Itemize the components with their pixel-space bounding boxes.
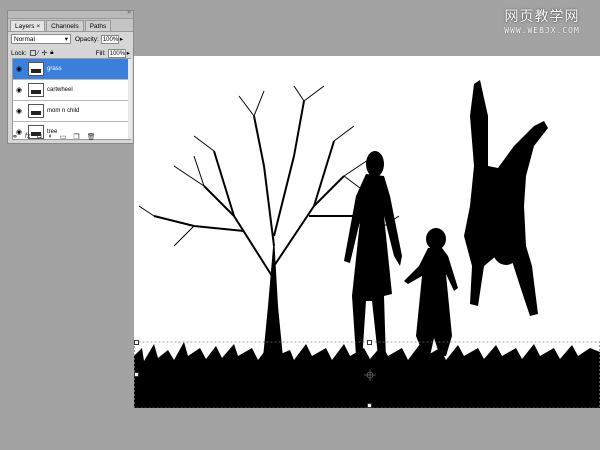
link-icon[interactable]: ⚭ bbox=[12, 133, 18, 141]
layer-thumbnail bbox=[28, 104, 44, 118]
folder-icon[interactable]: ▭ bbox=[60, 133, 67, 141]
artwork bbox=[134, 80, 600, 408]
mask-icon[interactable]: ◘ bbox=[37, 133, 41, 141]
eye-icon[interactable]: ◉ bbox=[13, 86, 25, 94]
lock-transparency-icon[interactable] bbox=[29, 50, 36, 56]
cartwheel-silhouette bbox=[464, 80, 548, 316]
eye-icon[interactable]: ◉ bbox=[13, 65, 25, 73]
chevron-down-icon: ▾ bbox=[64, 36, 68, 43]
tab-layers[interactable]: Layers × bbox=[10, 20, 46, 31]
layer-name: cartwheel bbox=[47, 87, 73, 93]
blend-row: Normal ▾ Opacity: 100% ▸ bbox=[8, 32, 133, 46]
layers-panel: » Layers × Channels Paths Normal ▾ Opaci… bbox=[7, 9, 134, 144]
fill-field[interactable]: 100% bbox=[107, 48, 126, 58]
watermark-title: 网页教学网 bbox=[504, 9, 580, 25]
transform-handle[interactable] bbox=[367, 403, 372, 408]
layer-list-scrollbar[interactable] bbox=[128, 59, 132, 139]
eye-icon[interactable]: ◉ bbox=[13, 107, 25, 115]
document-canvas[interactable] bbox=[134, 56, 600, 408]
fill-arrow-icon[interactable]: ▸ bbox=[127, 49, 130, 57]
layer-thumbnail bbox=[28, 83, 44, 97]
panel-titlebar[interactable]: » bbox=[8, 9, 133, 19]
trash-icon[interactable]: 🗑︎ bbox=[87, 133, 96, 141]
fx-icon[interactable]: fx bbox=[25, 133, 30, 141]
fill-label: Fill: bbox=[95, 49, 106, 57]
lock-brush-icon[interactable]: ∕ bbox=[38, 50, 39, 57]
lock-all-icon[interactable]: 🔒︎ bbox=[50, 49, 53, 57]
opacity-label: Opacity: bbox=[75, 35, 99, 43]
new-layer-icon[interactable]: ❐ bbox=[73, 133, 79, 141]
blend-mode-select[interactable]: Normal ▾ bbox=[11, 34, 71, 44]
tab-paths[interactable]: Paths bbox=[84, 20, 112, 31]
layer-row-cartwheel[interactable]: ◉ cartwheel bbox=[13, 80, 130, 101]
transform-handle[interactable] bbox=[367, 340, 372, 345]
layer-thumbnail bbox=[28, 62, 44, 76]
lock-move-icon[interactable]: ✢ bbox=[42, 49, 47, 57]
blend-mode-value: Normal bbox=[14, 35, 35, 43]
layer-row-mom-n-child[interactable]: ◉ mom n child bbox=[13, 101, 130, 122]
child-silhouette bbox=[404, 228, 458, 356]
watermark-url: WWW.WEBJX.COM bbox=[504, 26, 580, 35]
tab-channels[interactable]: Channels bbox=[46, 20, 84, 31]
adjustment-icon[interactable]: ◐ bbox=[49, 133, 53, 141]
transform-handle[interactable] bbox=[134, 340, 139, 345]
transform-handle[interactable] bbox=[134, 372, 139, 377]
lock-label: Lock: bbox=[11, 49, 27, 57]
opacity-arrow-icon[interactable]: ▸ bbox=[120, 35, 123, 43]
layer-list: ◉ grass ◉ cartwheel ◉ mom n child ◉ tree bbox=[12, 58, 131, 140]
panel-tabs: Layers × Channels Paths bbox=[8, 19, 133, 32]
layer-name: mom n child bbox=[47, 108, 80, 114]
opacity-field[interactable]: 100% bbox=[100, 34, 119, 44]
layer-name: grass bbox=[47, 66, 62, 72]
panel-menu-icon[interactable]: » bbox=[127, 9, 131, 16]
layer-row-grass[interactable]: ◉ grass bbox=[13, 59, 130, 80]
panel-footer: ⚭ fx ◘ ◐ ▭ ❐ 🗑︎ bbox=[12, 133, 96, 141]
watermark: 网页教学网 WWW.WEBJX.COM bbox=[492, 6, 592, 35]
